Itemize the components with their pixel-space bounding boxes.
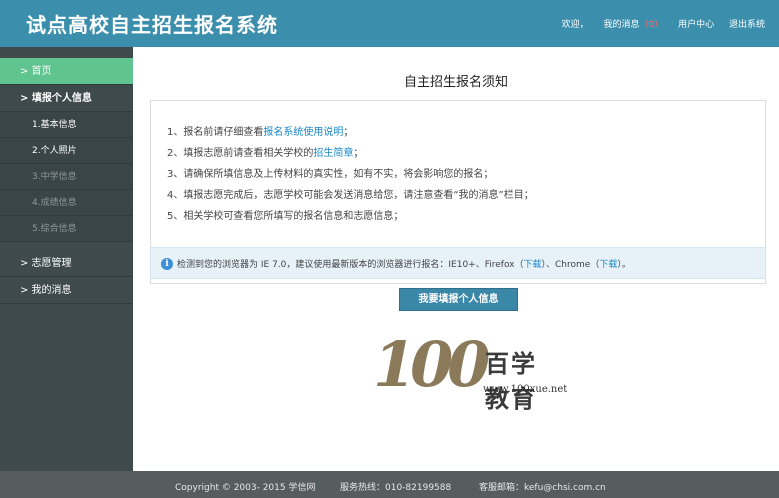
welcome-text: 欢迎， [561, 20, 589, 30]
watermark-url: www.100xue.net [483, 384, 568, 395]
notice-line-5: 5、相关学校可查看您所填写的报名信息和志愿信息； [167, 211, 404, 222]
admission-brochure-link[interactable]: 招生简章 [313, 148, 353, 159]
sidebar-subitem-school-info[interactable]: 3.中学信息 [0, 164, 133, 190]
footer-hotline: 服务热线：010-82199588 [340, 483, 452, 493]
app-title: 试点高校自主招生报名系统 [26, 13, 278, 37]
notice-line-2: 2、填报志愿前请查看相关学校的招生简章； [167, 144, 363, 159]
sidebar-subitem-scores[interactable]: 4.成绩信息 [0, 190, 133, 216]
chrome-download-link[interactable]: 下载 [599, 260, 617, 270]
info-icon: i [161, 258, 173, 270]
browser-info-text: 检测到您的浏览器为 IE 7.0，建议使用最新版本的浏览器进行报名：IE10+、… [177, 257, 631, 270]
watermark-number: 100 [373, 328, 490, 401]
header: 试点高校自主招生报名系统 欢迎， 我的消息（0） 用户中心 退出系统 [0, 0, 779, 47]
browser-info-suffix: ）。 [617, 260, 631, 270]
browser-info-prefix: 检测到您的浏览器为 IE 7.0，建议使用最新版本的浏览器进行报名：IE10+、… [177, 260, 524, 270]
footer-email: 客服邮箱：kefu@chsi.com.cn [479, 483, 606, 493]
notice-line-3: 3、请确保所填信息及上传材料的真实性，如有不实，将会影响您的报名； [167, 169, 494, 180]
footer: Copyright © 2003- 2015 学信网 服务热线：010-8219… [0, 471, 779, 498]
my-messages-link[interactable]: 我的消息（0） [603, 20, 663, 30]
sidebar-item-messages[interactable]: > 我的消息 [0, 277, 133, 304]
top-nav: 欢迎， 我的消息（0） 用户中心 退出系统 [550, 17, 765, 30]
browser-info-middle: ）、Chrome（ [541, 260, 600, 270]
browser-info-bar: i 检测到您的浏览器为 IE 7.0，建议使用最新版本的浏览器进行报名：IE10… [150, 247, 766, 279]
page-title: 自主招生报名须知 [403, 75, 508, 90]
notice-line-1: 1、报名前请仔细查看报名系统使用说明； [167, 123, 353, 138]
sidebar-item-fill-info[interactable]: > 填报个人信息 [0, 85, 133, 112]
sidebar-item-volunteer[interactable]: > 志愿管理 [0, 250, 133, 277]
firefox-download-link[interactable]: 下载 [524, 260, 542, 270]
user-center-link[interactable]: 用户中心 [678, 20, 714, 30]
footer-copyright: Copyright © 2003- 2015 学信网 [175, 483, 316, 493]
usage-guide-link[interactable]: 报名系统使用说明 [263, 127, 343, 138]
message-count: （0） [639, 20, 664, 30]
logout-link[interactable]: 退出系统 [729, 20, 765, 30]
sidebar-subitem-photo[interactable]: 2.个人照片 [0, 138, 133, 164]
notice-text: 2、填报志愿前请查看相关学校的 [167, 148, 314, 159]
sidebar-subitem-basic-info[interactable]: 1.基本信息 [0, 112, 133, 138]
watermark-chinese: 百学教育 [485, 350, 537, 413]
sidebar: > 首页 > 填报个人信息 1.基本信息 2.个人照片 3.中学信息 4.成绩信… [0, 47, 133, 471]
my-messages-label[interactable]: 我的消息 [603, 20, 639, 30]
sidebar-item-home[interactable]: > 首页 [0, 58, 133, 85]
fill-info-button[interactable]: 我要填报个人信息 [399, 288, 518, 311]
notice-text: ； [343, 127, 354, 138]
notice-text: ； [353, 148, 364, 159]
sidebar-subitem-general-info[interactable]: 5.综合信息 [0, 216, 133, 242]
watermark-logo: 100 百学教育 www.100xue.net [373, 328, 567, 418]
notice-line-4: 4、填报志愿完成后，志愿学校可能会发送消息给您，请注意查看“我的消息”栏目； [167, 190, 534, 201]
notice-text: 1、报名前请仔细查看 [167, 127, 264, 138]
